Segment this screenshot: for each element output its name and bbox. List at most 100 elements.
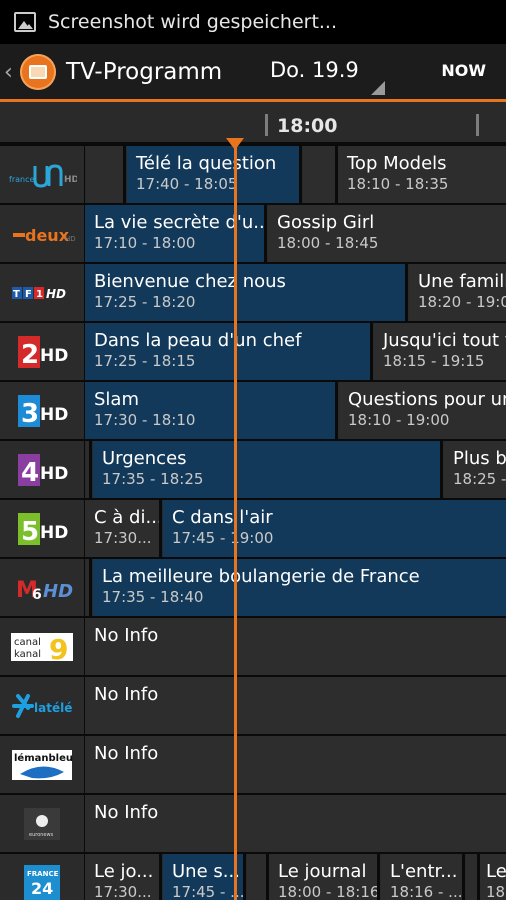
program-cell[interactable]: Télé la question 17:40 - 18:05: [127, 146, 302, 203]
channel-logo[interactable]: latélé: [0, 677, 85, 734]
svg-text:6: 6: [32, 587, 42, 603]
channel-row: euronews No Info: [0, 795, 506, 852]
program-grid[interactable]: france HD Télé la question 17:40 - 18:05…: [0, 144, 506, 900]
channel-logo[interactable]: lémanbleu: [0, 736, 85, 793]
program-cell[interactable]: La vie secrète d'u... 17:10 - 18:00: [85, 205, 267, 262]
status-bar: Screenshot wird gespeichert...: [0, 0, 506, 44]
svg-text:3: 3: [21, 399, 39, 429]
channel-logo[interactable]: FRANCE 24: [0, 854, 85, 900]
now-button[interactable]: NOW: [441, 61, 486, 80]
program-cell[interactable]: [86, 441, 92, 498]
ruler-tick: [476, 114, 479, 136]
program-cell[interactable]: [86, 559, 92, 616]
channel-logo[interactable]: M 6 HD: [0, 559, 85, 616]
svg-text:euronews: euronews: [29, 832, 54, 838]
program-cell[interactable]: Le journal 18:00 - 18:16: [269, 854, 380, 900]
channel-row: M 6 HD La meilleure boulangerie de Franc…: [0, 559, 506, 616]
france-4-logo: 4 HD: [18, 453, 68, 488]
current-time-line: [234, 140, 237, 900]
channel-row: 5 HD C à di... 17:30... C dans l'air 17:…: [0, 500, 506, 557]
channel-logo[interactable]: deux HD: [0, 205, 85, 262]
ruler-time-label: 18:00: [277, 115, 338, 137]
channel-row: france HD Télé la question 17:40 - 18:05…: [0, 146, 506, 203]
channel-row: deux HD La vie secrète d'u... 17:10 - 18…: [0, 205, 506, 262]
svg-text:HD: HD: [40, 464, 68, 484]
program-cell[interactable]: Le jo... 17:30...: [85, 854, 162, 900]
leman-bleu-logo: lémanbleu: [12, 749, 73, 780]
svg-text:1: 1: [36, 289, 43, 300]
channel-row: canal kanal 9 No Info: [0, 618, 506, 675]
page-title: TV-Programm: [66, 59, 223, 85]
program-cell[interactable]: Dans la peau d'un chef 17:25 - 18:15: [85, 323, 373, 380]
m6-logo: M 6 HD: [16, 578, 73, 603]
program-cell[interactable]: Une famille 18:20 - 19:05: [409, 264, 506, 321]
image-icon: [14, 12, 36, 32]
program-cell[interactable]: Top Models 18:10 - 18:35: [338, 146, 506, 203]
channel-logo[interactable]: 2 HD: [0, 323, 85, 380]
dropdown-corner-icon: [371, 81, 385, 95]
program-cell[interactable]: La meilleure boulangerie de France 17:35…: [93, 559, 506, 616]
program-cell[interactable]: No Info: [85, 677, 506, 734]
svg-text:HD: HD: [64, 175, 77, 185]
ruler-tick: [265, 114, 268, 136]
channel-logo[interactable]: 4 HD: [0, 441, 85, 498]
program-cell[interactable]: Plus be 18:25 -: [444, 441, 506, 498]
svg-text:24: 24: [31, 879, 53, 898]
program-cell[interactable]: [86, 146, 126, 203]
chevron-left-icon[interactable]: ‹: [4, 60, 18, 85]
svg-text:4: 4: [21, 458, 39, 488]
program-cell[interactable]: L'entr... 18:16 - ...: [381, 854, 465, 900]
channel-row: lémanbleu No Info: [0, 736, 506, 793]
program-cell[interactable]: Gossip Girl 18:00 - 18:45: [268, 205, 506, 262]
channel-logo[interactable]: france HD: [0, 146, 85, 203]
euronews-logo: euronews: [24, 807, 60, 840]
svg-text:france: france: [9, 175, 34, 184]
program-cell[interactable]: Urgences 17:35 - 18:25: [93, 441, 443, 498]
svg-text:HD: HD: [40, 346, 68, 366]
channel-row: latélé No Info: [0, 677, 506, 734]
svg-text:5: 5: [21, 517, 39, 547]
program-cell[interactable]: Slam 17:30 - 18:10: [85, 382, 338, 439]
program-cell[interactable]: [303, 146, 338, 203]
program-cell[interactable]: Bienvenue chez nous 17:25 - 18:20: [85, 264, 408, 321]
channel-logo[interactable]: euronews: [0, 795, 85, 852]
la-tele-logo: latélé: [12, 693, 72, 718]
rouge-deux-logo: deux HD: [13, 226, 76, 245]
program-cell[interactable]: No Info: [85, 618, 506, 675]
france-5-logo: 5 HD: [18, 512, 68, 547]
program-cell[interactable]: Jusqu'ici tout v 18:15 - 19:15: [374, 323, 506, 380]
time-ruler: 18:00: [0, 102, 506, 144]
svg-text:kanal: kanal: [14, 649, 41, 660]
svg-text:HD: HD: [46, 287, 66, 301]
channel-row: FRANCE 24 Le jo... 17:30... Une s... 17:…: [0, 854, 506, 900]
tf1-logo: T F 1 HD: [12, 286, 66, 301]
program-cell[interactable]: No Info: [85, 795, 506, 852]
channel-logo[interactable]: 5 HD: [0, 500, 85, 557]
france-24-logo: FRANCE 24: [24, 864, 60, 900]
channel-logo[interactable]: 3 HD: [0, 382, 85, 439]
status-text: Screenshot wird gespeichert...: [48, 11, 338, 33]
svg-text:HD: HD: [65, 235, 76, 243]
channel-row: 3 HD Slam 17:30 - 18:10 Questions pour u…: [0, 382, 506, 439]
program-cell[interactable]: C dans l'air 17:45 - 19:00: [163, 500, 506, 557]
program-cell[interactable]: [247, 854, 269, 900]
svg-text:T: T: [13, 289, 20, 300]
svg-text:deux: deux: [25, 226, 70, 245]
program-cell[interactable]: C à di... 17:30...: [85, 500, 162, 557]
program-cell[interactable]: [466, 854, 480, 900]
action-bar: ‹ TV-Programm Do. 19.9 NOW: [0, 44, 506, 100]
svg-text:HD: HD: [40, 523, 68, 543]
channel-row: 2 HD Dans la peau d'un chef 17:25 - 18:1…: [0, 323, 506, 380]
svg-text:latélé: latélé: [34, 701, 72, 715]
channel-logo[interactable]: canal kanal 9: [0, 618, 85, 675]
program-cell[interactable]: Le 18: [480, 854, 506, 900]
app-logo[interactable]: [20, 54, 56, 90]
date-spinner[interactable]: Do. 19.9: [270, 58, 359, 82]
svg-text:HD: HD: [40, 405, 68, 425]
canal-9-logo: canal kanal 9: [11, 632, 73, 663]
channel-logo[interactable]: T F 1 HD: [0, 264, 85, 321]
france-2-logo: 2 HD: [18, 335, 68, 370]
program-cell[interactable]: No Info: [85, 736, 506, 793]
svg-text:2: 2: [21, 340, 39, 370]
program-cell[interactable]: Questions pour un c 18:10 - 19:00: [339, 382, 506, 439]
